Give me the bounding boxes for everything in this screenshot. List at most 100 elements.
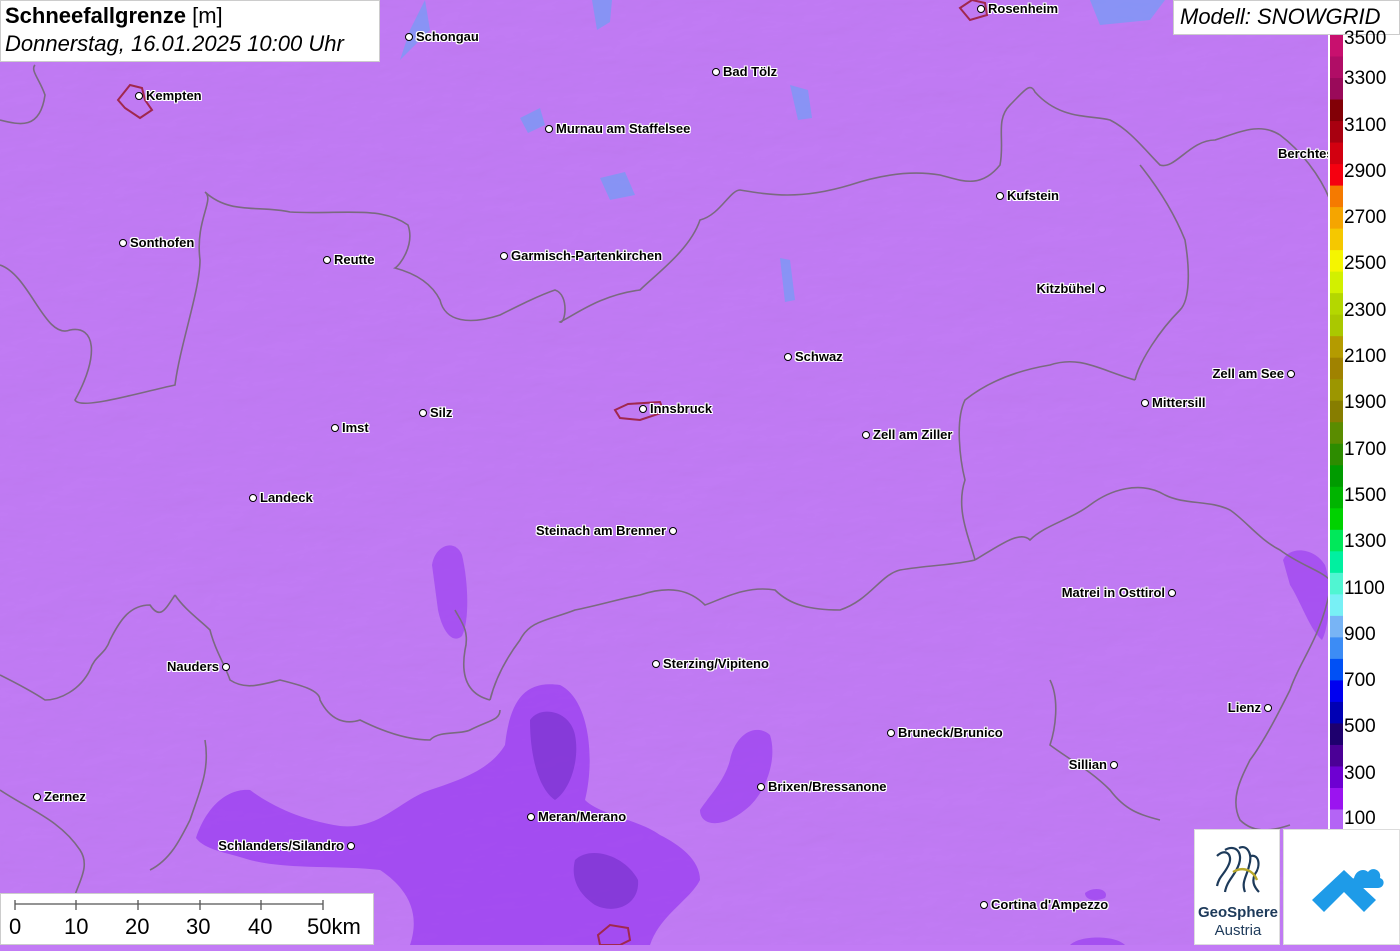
city-label: Matrei in Osttirol [1061,585,1165,600]
scale-label-30: 30 [186,914,211,939]
legend-label-100: 100 [1344,808,1376,829]
city-label: Kufstein [1007,188,1059,203]
city-label: Kitzbühel [1036,281,1096,296]
scale-label-0: 0 [9,914,22,939]
city-marker-icon[interactable] [977,5,985,13]
map-canvas[interactable] [0,0,1400,945]
snowgrid-logo[interactable] [1283,829,1400,945]
city-label: Meran/Merano [538,809,627,824]
city-marker-icon[interactable] [1098,285,1106,293]
legend-swatch [1330,508,1343,531]
legend-swatch [1330,142,1343,165]
city-marker-icon[interactable] [119,239,127,247]
legend-label-700: 700 [1344,670,1376,691]
city-label: Steinach am Brenner [535,523,666,538]
legend-label-900: 900 [1344,624,1376,645]
city-marker-icon[interactable] [419,409,427,417]
scale-label-10: 10 [64,914,89,939]
legend-swatch [1330,121,1343,144]
legend-label-1700: 1700 [1344,439,1387,460]
legend-swatch [1330,400,1343,423]
city-marker-icon[interactable] [980,901,988,909]
legend-swatch [1330,465,1343,488]
legend-swatch [1330,594,1343,617]
city-marker-icon[interactable] [347,842,355,850]
legend-swatch [1330,658,1343,681]
legend-swatch [1330,443,1343,466]
city-marker-icon[interactable] [1168,589,1176,597]
legend-label-1500: 1500 [1344,485,1387,506]
scale-ruler [14,900,324,910]
scale-label-50km: 50km [307,914,361,939]
legend-swatch [1330,293,1343,316]
city-marker-icon[interactable] [33,793,41,801]
legend-swatch [1330,422,1343,445]
map-title: Schneefallgrenze [m] [5,3,223,28]
city-label: Schongau [416,29,479,44]
legend-swatch [1330,486,1343,509]
legend-swatch [1330,615,1343,638]
city-label: Zell am See [1212,366,1284,381]
legend-label-300: 300 [1344,763,1376,784]
city-label: Bad Tölz [723,64,778,79]
city-label: Schlanders/Silandro [218,838,344,853]
city-label: Schwaz [795,349,843,364]
city-marker-icon[interactable] [712,68,720,76]
legend-swatch [1330,185,1343,208]
legend-label-500: 500 [1344,716,1376,737]
map-title-box: Schneefallgrenze [m] Donnerstag, 16.01.2… [0,0,380,62]
city-label: Sillian [1068,757,1107,772]
city-marker-icon[interactable] [996,192,1004,200]
legend-swatch [1330,271,1343,294]
scale-label-40: 40 [248,914,273,939]
city-marker-icon[interactable] [222,663,230,671]
legend-swatch [1330,744,1343,767]
city-marker-icon[interactable] [639,405,647,413]
legend-label-1100: 1100 [1344,578,1385,599]
legend-label-3100: 3100 [1344,115,1387,136]
city-marker-icon[interactable] [652,660,660,668]
map-datetime: Donnerstag, 16.01.2025 10:00 Uhr [5,31,344,56]
legend-color-bar [1330,35,1343,831]
legend-swatch [1330,164,1343,187]
city-marker-icon[interactable] [135,92,143,100]
city-marker-icon[interactable] [1287,370,1295,378]
city-marker-icon[interactable] [500,252,508,260]
legend-swatch [1330,357,1343,380]
city-label: Sonthofen [130,235,195,250]
legend-label-1300: 1300 [1344,531,1387,552]
city-label: Bruneck/Brunico [898,725,1003,740]
legend-swatch [1330,35,1343,58]
geosphere-name: GeoSphere [1197,904,1279,921]
city-marker-icon[interactable] [669,527,677,535]
terrain-shading [0,0,1400,945]
city-marker-icon[interactable] [1264,704,1272,712]
city-marker-icon[interactable] [862,431,870,439]
city-marker-icon[interactable] [1141,399,1149,407]
city-label: Zell am Ziller [873,427,953,442]
city-marker-icon[interactable] [323,256,331,264]
city-marker-icon[interactable] [249,494,257,502]
city-label: Reutte [334,252,375,267]
city-label: Silz [430,405,453,420]
snowgrid-cloud-icon [1312,869,1384,912]
city-label: Garmisch-Partenkirchen [511,248,663,263]
city-marker-icon[interactable] [527,813,535,821]
legend-swatch [1330,250,1343,273]
legend-swatch [1330,787,1343,810]
legend-swatch [1330,572,1343,595]
city-marker-icon[interactable] [331,424,339,432]
geosphere-logo[interactable]: GeoSphere Austria [1194,829,1280,945]
legend-swatch [1330,336,1343,359]
city-marker-icon[interactable] [545,125,553,133]
city-marker-icon[interactable] [1110,761,1118,769]
city-marker-icon[interactable] [405,33,413,41]
city-marker-icon[interactable] [757,783,765,791]
city-label: Sterzing/Vipiteno [663,656,769,671]
city-marker-icon[interactable] [887,729,895,737]
legend-swatch [1330,207,1343,230]
legend-label-2700: 2700 [1344,207,1387,228]
legend-label-2300: 2300 [1344,300,1387,321]
city-label: Lienz [1227,700,1261,715]
city-marker-icon[interactable] [784,353,792,361]
